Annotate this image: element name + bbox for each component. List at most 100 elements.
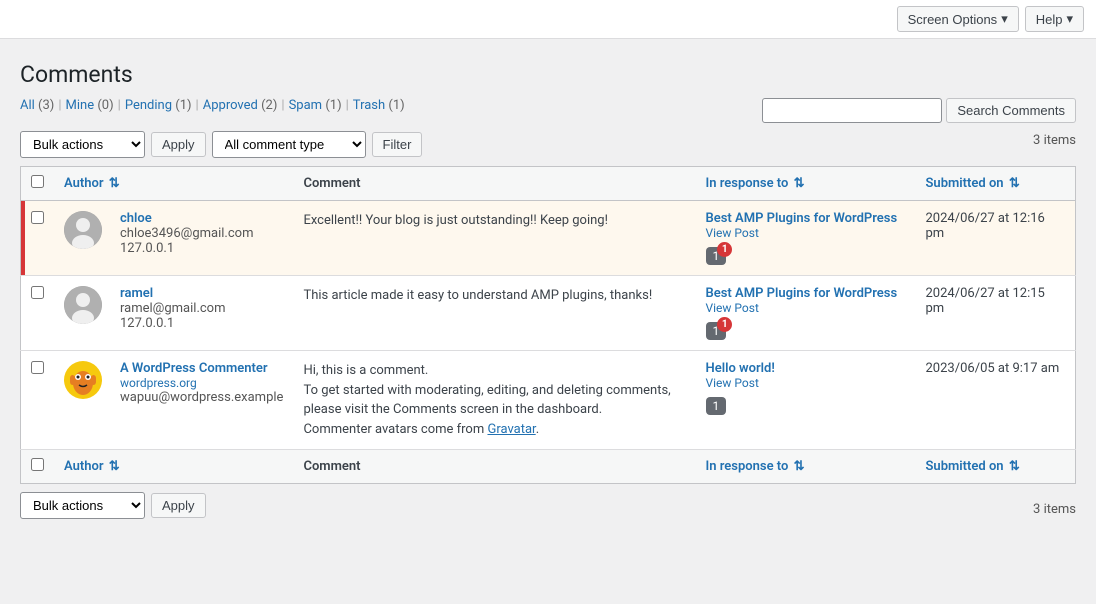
select-all-checkbox-bottom[interactable]: [31, 458, 44, 471]
col-footer-submitted: Submitted on ⇅: [916, 450, 1076, 484]
submitted-date: 2024/06/27 at 12:15 pm: [926, 286, 1045, 316]
submitted-date: 2024/06/27 at 12:16 pm: [926, 211, 1045, 241]
author-sort-link[interactable]: Author ⇅: [64, 176, 120, 191]
row-checkbox-cell: [21, 351, 55, 450]
author-email: chloe3496@gmail.com: [120, 226, 253, 241]
author-cell: chloe chloe3496@gmail.com 127.0.0.1: [54, 201, 293, 276]
comment-text: This article made it easy to understand …: [303, 286, 685, 306]
response-cell: Best AMP Plugins for WordPress View Post…: [696, 276, 916, 351]
comment-text: Hi, this is a comment. To get started wi…: [303, 361, 685, 439]
col-header-author: Author ⇅: [54, 167, 293, 201]
view-post-link[interactable]: View Post: [706, 226, 759, 240]
response-link[interactable]: Hello world!: [706, 361, 775, 376]
table-row: ramel ramel@gmail.com 127.0.0.1 This art…: [21, 276, 1076, 351]
author-name: A WordPress Commenter: [120, 361, 283, 376]
response-cell: Hello world! View Post 1: [696, 351, 916, 450]
bubble-wrap: 1: [706, 397, 906, 415]
comments-table: Author ⇅ Comment In response to ⇅: [20, 166, 1076, 484]
submitted-cell: 2024/06/27 at 12:15 pm: [916, 276, 1076, 351]
col-footer-comment: Comment: [293, 450, 695, 484]
col-footer-response: In response to ⇅: [696, 450, 916, 484]
filter-all[interactable]: All: [20, 98, 35, 113]
row-checkbox-cell: [21, 276, 55, 351]
col-header-submitted: Submitted on ⇅: [916, 167, 1076, 201]
filter-mine[interactable]: Mine: [66, 98, 95, 113]
col-header-checkbox: [21, 167, 55, 201]
screen-options-label: Screen Options: [908, 12, 998, 27]
screen-options-button[interactable]: Screen Options ▾: [897, 6, 1019, 32]
gravatar-link[interactable]: Gravatar: [487, 422, 535, 437]
filter-button[interactable]: Filter: [372, 132, 423, 157]
items-count-top: 3 items: [1033, 133, 1076, 148]
response-sort-link-bottom[interactable]: In response to ⇅: [706, 459, 805, 474]
comment-type-select[interactable]: All comment type: [212, 131, 366, 158]
author-name: chloe: [120, 211, 253, 226]
comment-cell: This article made it easy to understand …: [293, 276, 695, 351]
response-sort-link[interactable]: In response to ⇅: [706, 176, 805, 191]
tablenav-top: Bulk actions Apply All comment type Filt…: [20, 131, 1076, 158]
author-ip: 127.0.0.1: [120, 316, 226, 331]
bubble-wrap: 1 1: [706, 322, 906, 340]
author-name: ramel: [120, 286, 226, 301]
filter-pending[interactable]: Pending: [125, 98, 172, 113]
author-cell: A WordPress Commenter wordpress.org wapu…: [54, 351, 293, 450]
search-input[interactable]: [762, 98, 942, 123]
items-count-bottom: 3 items: [1033, 502, 1076, 517]
chevron-down-icon: ▾: [1066, 11, 1073, 27]
row-checkbox[interactable]: [31, 211, 44, 224]
comment-text: Excellent!! Your blog is just outstandin…: [303, 211, 685, 231]
author-sort-link-bottom[interactable]: Author ⇅: [64, 459, 120, 474]
tablenav-bottom: Bulk actions Apply 3 items: [20, 492, 1076, 519]
bulk-actions-select-top[interactable]: Bulk actions: [20, 131, 145, 158]
sort-arrows-icon: ⇅: [794, 176, 805, 191]
select-all-checkbox-top[interactable]: [31, 175, 44, 188]
response-link[interactable]: Best AMP Plugins for WordPress: [706, 211, 898, 226]
apply-button-bottom[interactable]: Apply: [151, 493, 206, 518]
table-footer-row: Author ⇅ Comment In response to ⇅: [21, 450, 1076, 484]
sort-arrows-icon: ⇅: [109, 176, 120, 191]
apply-button-top[interactable]: Apply: [151, 132, 206, 157]
row-checkbox[interactable]: [31, 361, 44, 374]
author-cell: ramel ramel@gmail.com 127.0.0.1: [54, 276, 293, 351]
comment-bubble: 1: [706, 397, 727, 415]
comment-cell: Hi, this is a comment. To get started wi…: [293, 351, 695, 450]
response-link[interactable]: Best AMP Plugins for WordPress: [706, 286, 898, 301]
col-header-response: In response to ⇅: [696, 167, 916, 201]
avatar: [64, 286, 102, 324]
search-comments-button[interactable]: Search Comments: [946, 98, 1076, 123]
top-bar: Screen Options ▾ Help ▾: [0, 0, 1096, 39]
sort-arrows-icon: ⇅: [1009, 176, 1020, 191]
submitted-cell: 2024/06/27 at 12:16 pm: [916, 201, 1076, 276]
author-website-link[interactable]: wordpress.org: [120, 376, 283, 390]
help-button[interactable]: Help ▾: [1025, 6, 1084, 32]
response-cell: Best AMP Plugins for WordPress View Post…: [696, 201, 916, 276]
author-email: ramel@gmail.com: [120, 301, 226, 316]
view-post-link[interactable]: View Post: [706, 376, 759, 390]
col-footer-author: Author ⇅: [54, 450, 293, 484]
avatar: [64, 211, 102, 249]
person-icon: [64, 211, 102, 249]
table-row: A WordPress Commenter wordpress.org wapu…: [21, 351, 1076, 450]
submitted-sort-link-bottom[interactable]: Submitted on ⇅: [926, 459, 1020, 474]
filter-links: All (3) | Mine (0) | Pending (1) | Appro…: [20, 98, 405, 113]
table-row: chloe chloe3496@gmail.com 127.0.0.1 Exce…: [21, 201, 1076, 276]
bubble-badge: 1: [717, 317, 732, 332]
submitted-cell: 2023/06/05 at 9:17 am: [916, 351, 1076, 450]
col-footer-checkbox: [21, 450, 55, 484]
sort-arrows-icon: ⇅: [109, 459, 120, 474]
submitted-sort-link[interactable]: Submitted on ⇅: [926, 176, 1020, 191]
avatar: [64, 361, 102, 399]
filter-approved[interactable]: Approved: [203, 98, 258, 113]
author-ip: 127.0.0.1: [120, 241, 253, 256]
filter-trash[interactable]: Trash: [353, 98, 385, 113]
row-checkbox[interactable]: [31, 286, 44, 299]
comment-bubble: 1 1: [706, 247, 727, 265]
bubble-count: 1: [713, 399, 720, 413]
col-header-comment: Comment: [293, 167, 695, 201]
filter-spam[interactable]: Spam: [289, 98, 323, 113]
view-post-link[interactable]: View Post: [706, 301, 759, 315]
bulk-actions-select-bottom[interactable]: Bulk actions: [20, 492, 145, 519]
help-label: Help: [1036, 12, 1063, 27]
submitted-date: 2023/06/05 at 9:17 am: [926, 361, 1060, 376]
sort-arrows-icon: ⇅: [794, 459, 805, 474]
